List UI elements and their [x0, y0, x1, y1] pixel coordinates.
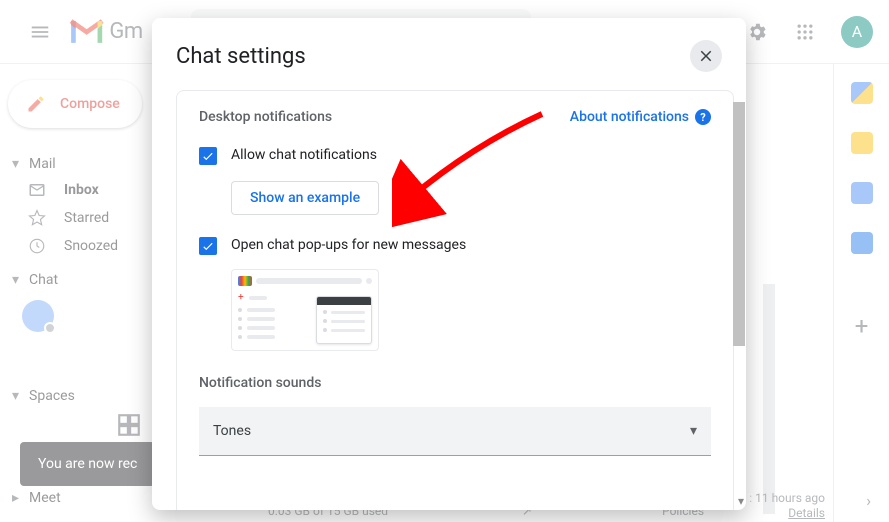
- help-icon: ?: [695, 109, 711, 125]
- check-icon: [201, 239, 215, 253]
- close-icon: [697, 47, 715, 65]
- allow-notifications-label: Allow chat notifications: [231, 147, 377, 163]
- select-value: Tones: [213, 423, 251, 439]
- chevron-down-icon: ▾: [690, 423, 697, 439]
- modal-title: Chat settings: [176, 44, 306, 69]
- check-icon: [201, 149, 215, 163]
- chat-settings-modal: Chat settings Desktop notifications Abou…: [152, 18, 746, 510]
- notification-sounds-label: Notification sounds: [199, 375, 711, 391]
- modal-scrollbar[interactable]: ▾: [732, 90, 746, 510]
- sounds-select[interactable]: Tones ▾: [199, 407, 711, 456]
- scroll-thumb[interactable]: [733, 102, 745, 346]
- popup-preview-image: +: [231, 269, 379, 351]
- popup-label: Open chat pop-ups for new messages: [231, 237, 466, 253]
- example-btn-text: Show an example: [250, 190, 360, 206]
- about-notifications-link[interactable]: About notifications ?: [570, 109, 711, 125]
- popup-checkbox[interactable]: [199, 237, 217, 255]
- about-link-text: About notifications: [570, 109, 689, 125]
- scroll-down-arrow-icon[interactable]: ▾: [738, 494, 744, 508]
- desktop-notifications-label: Desktop notifications: [199, 109, 332, 125]
- allow-notifications-checkbox[interactable]: [199, 147, 217, 165]
- show-example-button[interactable]: Show an example: [231, 181, 379, 215]
- close-button[interactable]: [690, 40, 722, 72]
